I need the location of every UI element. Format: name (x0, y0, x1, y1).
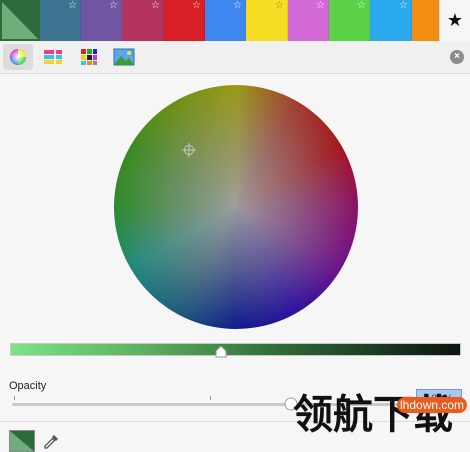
star-icon[interactable]: ☆ (233, 1, 242, 11)
picker-mode-tabs: × (0, 41, 470, 74)
swatch-teal-blue[interactable]: ☆ (40, 0, 81, 41)
swatch-purple[interactable]: ☆ (81, 0, 122, 41)
close-button[interactable]: × (450, 50, 464, 64)
wheel-crosshair-icon[interactable] (182, 143, 196, 157)
image-palettes-icon (113, 48, 135, 66)
star-icon[interactable]: ☆ (109, 1, 118, 11)
tab-color-sliders[interactable] (38, 44, 68, 70)
tab-image-palettes[interactable] (109, 44, 139, 70)
swatch-blue[interactable]: ☆ (205, 0, 246, 41)
star-icon[interactable]: ☆ (357, 1, 366, 11)
current-color-swatch[interactable] (9, 430, 35, 452)
filled-star-icon: ★ (446, 10, 464, 30)
opacity-label: Opacity (9, 380, 47, 392)
eyedropper-icon[interactable] (42, 433, 60, 451)
favorites-star-button[interactable]: ★ (439, 0, 470, 41)
star-icon[interactable]: ☆ (68, 1, 77, 11)
brightness-slider-handle[interactable] (215, 346, 227, 358)
swatch-red[interactable]: ☆ (164, 0, 205, 41)
star-icon[interactable]: ☆ (275, 1, 284, 11)
opacity-tick (14, 396, 15, 400)
color-wheel[interactable] (114, 85, 358, 329)
color-swatch-bar: ☆ ☆ ☆ ☆ ☆ ☆ ☆ ☆ ☆ (0, 0, 470, 41)
selected-swatch-triangle-icon (2, 2, 38, 39)
color-wheel-icon (10, 49, 26, 65)
opacity-tick (210, 396, 211, 400)
brightness-slider[interactable] (10, 343, 461, 356)
color-wheel-saturation-shade (114, 85, 358, 329)
tab-color-wheel[interactable] (3, 44, 33, 70)
star-icon[interactable]: ☆ (192, 1, 201, 11)
color-palettes-icon (81, 49, 97, 65)
tab-color-palettes[interactable] (74, 44, 104, 70)
swatch-green[interactable]: ☆ (329, 0, 370, 41)
swatch-sky-blue[interactable]: ☆ (370, 0, 412, 41)
swatch-raspberry[interactable]: ☆ (122, 0, 164, 41)
swatch-pink[interactable]: ☆ (288, 0, 329, 41)
swatch-orange[interactable] (412, 0, 442, 41)
star-icon[interactable]: ☆ (316, 1, 325, 11)
watermark-url: lhdown.com (397, 397, 468, 413)
current-color-icon (10, 431, 34, 451)
star-icon[interactable]: ☆ (399, 1, 408, 11)
star-icon[interactable]: ☆ (151, 1, 160, 11)
swatch-yellow[interactable]: ☆ (246, 0, 288, 41)
swatch-selected[interactable] (0, 0, 40, 41)
color-sliders-icon (44, 49, 62, 65)
